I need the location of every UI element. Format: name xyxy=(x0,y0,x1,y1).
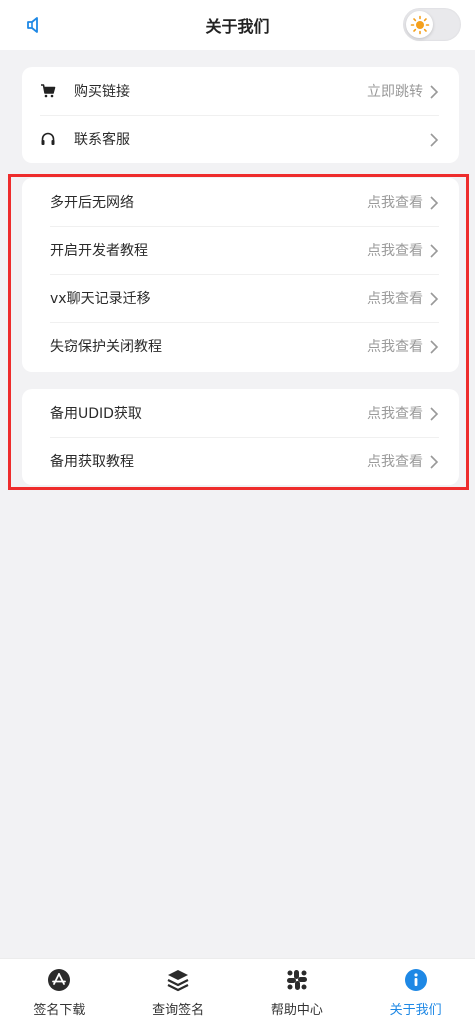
tutorial-value: 点我查看 xyxy=(367,243,423,259)
tab-label: 查询签名 xyxy=(152,1003,205,1018)
cart-icon xyxy=(40,83,56,99)
tutorial-row-developer-mode[interactable]: 开启开发者教程 点我查看 xyxy=(22,226,459,274)
info-icon xyxy=(404,968,428,992)
tab-label: 签名下载 xyxy=(33,1003,86,1018)
tab-label: 关于我们 xyxy=(389,1003,442,1018)
tab-bar: 签名下载 查询签名 帮助中心 关于我们 xyxy=(0,958,475,1024)
layers-icon xyxy=(166,968,190,992)
chevron-right-icon xyxy=(429,291,439,306)
buy-link-row[interactable]: 购买链接 立即跳转 xyxy=(22,67,459,115)
tutorial-label: 多开后无网络 xyxy=(50,195,134,211)
tutorial-row-chat-migration[interactable]: vx聊天记录迁移 点我查看 xyxy=(22,274,459,322)
tutorial-label: vx聊天记录迁移 xyxy=(50,291,151,307)
chevron-right-icon xyxy=(429,454,439,469)
card-tutorials: 多开后无网络 点我查看 开启开发者教程 点我查看 vx聊天记录迁移 点我查看 失… xyxy=(22,178,459,372)
headset-icon xyxy=(40,131,56,147)
theme-toggle[interactable] xyxy=(403,8,461,41)
tab-label: 帮助中心 xyxy=(270,1003,323,1018)
tab-sign-download[interactable]: 签名下载 xyxy=(0,959,119,1024)
chevron-right-icon xyxy=(429,195,439,210)
tab-query-sign[interactable]: 查询签名 xyxy=(119,959,238,1024)
chevron-right-icon xyxy=(429,339,439,354)
tutorial-row-theft-protection[interactable]: 失窃保护关闭教程 点我查看 xyxy=(22,322,459,370)
tutorial-label: 失窃保护关闭教程 xyxy=(50,339,162,355)
tab-help-center[interactable]: 帮助中心 xyxy=(238,959,357,1024)
udid-row-tutorial[interactable]: 备用获取教程 点我查看 xyxy=(22,437,459,485)
contact-support-label: 联系客服 xyxy=(74,132,130,148)
udid-label: 备用UDID获取 xyxy=(50,406,142,422)
udid-value: 点我查看 xyxy=(367,454,423,470)
speaker-icon[interactable] xyxy=(24,15,44,35)
card-udid: 备用UDID获取 点我查看 备用获取教程 点我查看 xyxy=(22,389,459,485)
grid-icon xyxy=(285,968,309,992)
udid-row-backup[interactable]: 备用UDID获取 点我查看 xyxy=(22,389,459,437)
tutorial-value: 点我查看 xyxy=(367,339,423,355)
page-title: 关于我们 xyxy=(205,17,270,36)
card-links: 购买链接 立即跳转 联系客服 xyxy=(22,67,459,163)
sun-icon xyxy=(406,11,433,38)
tutorial-value: 点我查看 xyxy=(367,195,423,211)
tutorial-value: 点我查看 xyxy=(367,291,423,307)
buy-link-value: 立即跳转 xyxy=(367,84,423,100)
app-store-icon xyxy=(47,968,71,992)
chevron-right-icon xyxy=(429,84,439,99)
tutorial-label: 开启开发者教程 xyxy=(50,243,148,259)
chevron-right-icon xyxy=(429,243,439,258)
contact-support-row[interactable]: 联系客服 xyxy=(22,115,459,163)
udid-label: 备用获取教程 xyxy=(50,454,134,470)
buy-link-label: 购买链接 xyxy=(74,84,130,100)
tutorial-row-no-network[interactable]: 多开后无网络 点我查看 xyxy=(22,178,459,226)
chevron-right-icon xyxy=(429,406,439,421)
chevron-right-icon xyxy=(429,132,439,147)
top-bar: 关于我们 xyxy=(0,0,475,50)
udid-value: 点我查看 xyxy=(367,406,423,422)
tab-about-us[interactable]: 关于我们 xyxy=(356,959,475,1024)
